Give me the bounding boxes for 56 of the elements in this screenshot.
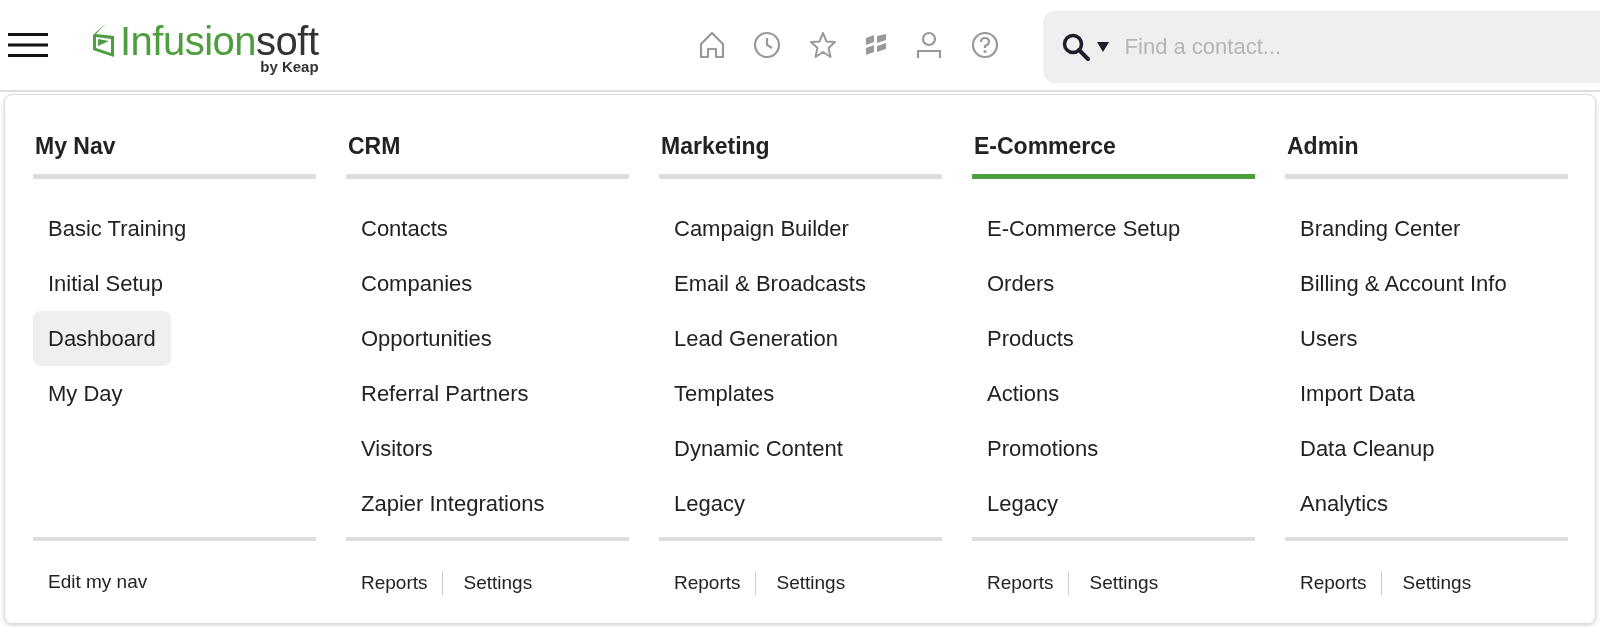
menu-link[interactable]: My Day (33, 366, 138, 421)
brand-tagline: by Keap (260, 57, 319, 75)
menu-link[interactable]: Templates (659, 366, 790, 421)
menu-link[interactable]: Analytics (1285, 476, 1404, 531)
menu-link[interactable]: E-Commerce Setup (972, 201, 1196, 256)
menu-link[interactable]: Basic Training (33, 201, 202, 256)
menu-link[interactable]: Contacts (346, 201, 463, 256)
menu-link[interactable]: Data Cleanup (1285, 421, 1450, 476)
search-icon (1060, 32, 1091, 62)
menu-link[interactable]: Users (1285, 311, 1373, 366)
menu-link[interactable]: Campaign Builder (659, 201, 864, 256)
footer-link[interactable]: Settings (1402, 572, 1472, 594)
menu-icon[interactable] (8, 31, 48, 59)
menu-link[interactable]: Orders (972, 256, 1070, 311)
menu-link[interactable]: Actions (972, 366, 1075, 421)
footer-link[interactable]: Settings (1089, 572, 1159, 594)
footer-link[interactable]: Settings (776, 572, 846, 594)
menu-link[interactable]: Email & Broadcasts (659, 256, 881, 311)
user-icon[interactable] (914, 31, 943, 59)
footer-link[interactable]: Edit my nav (48, 571, 148, 593)
menu-link[interactable]: Opportunities (346, 311, 507, 366)
logo-icon (92, 21, 116, 58)
help-icon[interactable] (970, 31, 999, 59)
search-bar[interactable]: Find a contact... (1042, 11, 1600, 83)
menu-link[interactable]: Lead Generation (659, 311, 853, 366)
footer-link[interactable]: Reports (1300, 572, 1367, 594)
menu-link[interactable]: Dashboard (33, 311, 171, 366)
star-icon[interactable] (808, 31, 837, 59)
footer-link[interactable]: Settings (463, 572, 533, 594)
clock-icon[interactable] (752, 31, 781, 59)
menu-link[interactable]: Dynamic Content (659, 421, 858, 476)
menu-category-tab[interactable]: My Nav (33, 95, 316, 179)
footer-link[interactable]: Reports (987, 572, 1054, 594)
menu-link[interactable]: Promotions (972, 421, 1114, 476)
menu-link[interactable]: Products (972, 311, 1089, 366)
menu-category-tab[interactable]: Admin (1285, 95, 1568, 179)
home-icon[interactable] (698, 31, 725, 59)
menu-link[interactable]: Initial Setup (33, 256, 178, 311)
menu-link[interactable]: Legacy (972, 476, 1073, 531)
menu-link[interactable]: Billing & Account Info (1285, 256, 1522, 311)
menu-link[interactable]: Branding Center (1285, 201, 1476, 256)
menu-category-tab[interactable]: E-Commerce (972, 95, 1255, 179)
menu-link[interactable]: Import Data (1285, 366, 1430, 421)
menu-link[interactable]: Zapier Integrations (346, 476, 560, 531)
caret-icon[interactable] (1096, 42, 1109, 52)
grid-icon[interactable] (864, 34, 887, 56)
brand-name: Infusionsoft (120, 21, 319, 60)
menu-link[interactable]: Visitors (346, 421, 448, 476)
footer-link[interactable]: Reports (361, 572, 428, 594)
menu-category-tab[interactable]: Marketing (659, 95, 942, 179)
footer-link[interactable]: Reports (674, 572, 741, 594)
menu-link[interactable]: Legacy (659, 476, 760, 531)
menu-link[interactable]: Referral Partners (346, 366, 544, 421)
menu-link[interactable]: Companies (346, 256, 488, 311)
menu-category-tab[interactable]: CRM (346, 95, 629, 179)
search-field[interactable]: Find a contact... (1122, 33, 1600, 61)
